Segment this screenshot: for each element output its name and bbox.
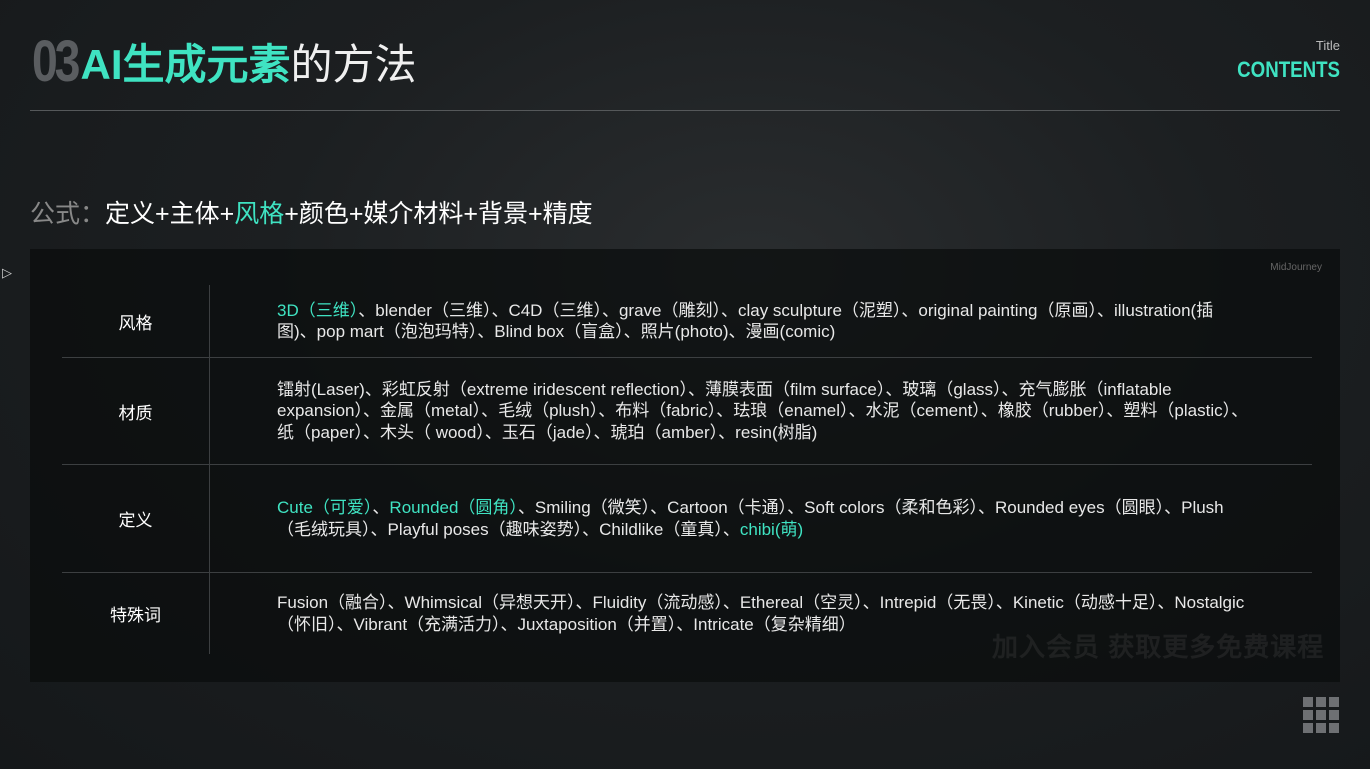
formula: 公式：定义+主体+风格+颜色+媒介材料+背景+精度 — [30, 194, 593, 230]
keyword-highlight: chibi(萌) — [739, 519, 804, 539]
row-content: 3D（三维）、blender（三维）、C4D（三维）、grave（雕刻）、cla… — [210, 285, 1312, 357]
keyword-highlight: 3D（三维） — [277, 300, 359, 320]
keyword-panel: MidJourney 加入会员 获取更多免费课程 风格 3D（三维）、blend… — [30, 249, 1340, 682]
keyword-text: 镭射(Laser)、彩虹反射（extreme iridescent reflec… — [277, 379, 1249, 442]
row-label: 特殊词 — [62, 573, 210, 654]
table-row: 特殊词 Fusion（融合）、Whimsical（异想天开）、Fluidity（… — [62, 573, 1312, 654]
corner-small-label: Title — [1315, 38, 1340, 53]
row-content: Fusion（融合）、Whimsical（异想天开）、Fluidity（流动感）… — [210, 573, 1312, 654]
formula-part: 定义+主体+ — [105, 200, 235, 228]
keyword-text: 、blender（三维）、C4D（三维）、grave（雕刻）、clay scul… — [277, 300, 1214, 342]
divider — [30, 110, 1340, 111]
table-row: 风格 3D（三维）、blender（三维）、C4D（三维）、grave（雕刻）、… — [62, 285, 1312, 358]
grid-menu-icon[interactable] — [1303, 697, 1339, 733]
source-label: MidJourney — [1270, 262, 1322, 273]
formula-label: 公式： — [30, 200, 106, 228]
title-highlight: AI生成元素 — [80, 41, 291, 88]
contents-label: Title CONTENTS — [1219, 38, 1340, 83]
table-row: 定义 Cute（可爱）、Rounded（圆角）、Smiling（微笑）、Cart… — [62, 465, 1312, 573]
keyword-highlight: Cute（可爱） — [277, 498, 373, 517]
row-content: Cute（可爱）、Rounded（圆角）、Smiling（微笑）、Cartoon… — [210, 465, 1312, 572]
row-label: 风格 — [62, 285, 210, 357]
keyword-highlight: Rounded（圆角） — [389, 498, 518, 517]
mouse-cursor-icon: ▷ — [2, 265, 12, 280]
page-title: 03 AI生成元素 的方法 — [32, 28, 417, 95]
row-label: 定义 — [62, 465, 210, 572]
keyword-table: 风格 3D（三维）、blender（三维）、C4D（三维）、grave（雕刻）、… — [62, 285, 1312, 654]
formula-part-highlight: 风格 — [234, 200, 285, 228]
keyword-separator: 、 — [372, 498, 390, 517]
title-rest: 的方法 — [290, 41, 417, 88]
row-label: 材质 — [62, 358, 210, 464]
table-row: 材质 镭射(Laser)、彩虹反射（extreme iridescent ref… — [62, 358, 1312, 465]
corner-big-label: CONTENTS — [1237, 57, 1340, 82]
section-number: 03 — [32, 29, 80, 94]
keyword-text: Fusion（融合）、Whimsical（异想天开）、Fluidity（流动感）… — [277, 593, 1245, 634]
row-content: 镭射(Laser)、彩虹反射（extreme iridescent reflec… — [210, 358, 1312, 464]
formula-part: +颜色+媒介材料+背景+精度 — [284, 200, 593, 228]
